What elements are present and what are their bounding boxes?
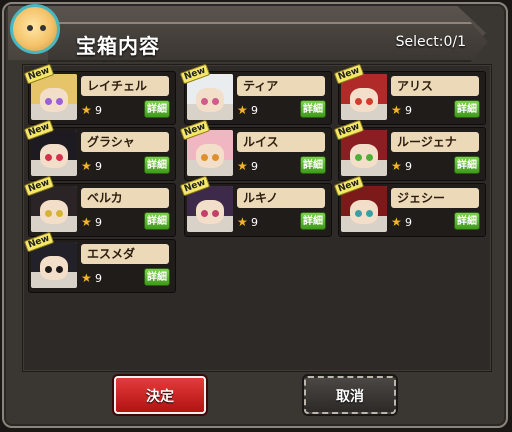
star-icon: ★: [237, 215, 248, 229]
detail-button[interactable]: 詳細: [144, 212, 170, 230]
character-portrait: [187, 74, 233, 120]
character-name: グラシャ: [81, 132, 169, 152]
rarity-value: 9: [405, 216, 412, 229]
confirm-button[interactable]: 決定: [114, 376, 206, 414]
character-name: ティア: [237, 76, 325, 96]
star-icon: ★: [81, 215, 92, 229]
detail-button[interactable]: 詳細: [454, 100, 480, 118]
character-name: ベルカ: [81, 188, 169, 208]
character-card[interactable]: New アリス ★ 9 詳細: [333, 63, 486, 125]
character-name: ジェシー: [391, 188, 479, 208]
mascot-icon: [10, 4, 60, 54]
rarity-value: 9: [405, 160, 412, 173]
character-name: アリス: [391, 76, 479, 96]
character-card[interactable]: New レイチェル ★ 9 詳細: [23, 63, 176, 125]
character-portrait: [341, 74, 387, 120]
character-portrait: [31, 186, 77, 232]
detail-button[interactable]: 詳細: [300, 212, 326, 230]
detail-button[interactable]: 詳細: [144, 100, 170, 118]
select-count: Select:0/1: [395, 34, 466, 50]
rarity-value: 9: [405, 104, 412, 117]
star-icon: ★: [391, 159, 402, 173]
rarity-value: 9: [251, 160, 258, 173]
dialog-title: 宝箱内容: [76, 34, 160, 58]
character-portrait: [31, 74, 77, 120]
detail-button[interactable]: 詳細: [454, 212, 480, 230]
star-icon: ★: [81, 103, 92, 117]
character-portrait: [31, 130, 77, 176]
character-name: ルキノ: [237, 188, 325, 208]
character-card[interactable]: New ルイス ★ 9 詳細: [179, 119, 332, 181]
star-icon: ★: [81, 271, 92, 285]
cancel-button[interactable]: 取消: [304, 376, 396, 414]
detail-button[interactable]: 詳細: [300, 100, 326, 118]
rarity-value: 9: [95, 104, 102, 117]
character-portrait: [31, 242, 77, 288]
character-card[interactable]: New ルキノ ★ 9 詳細: [179, 175, 332, 237]
star-icon: ★: [391, 103, 402, 117]
character-card[interactable]: New ティア ★ 9 詳細: [179, 63, 332, 125]
character-name: ルイス: [237, 132, 325, 152]
character-card[interactable]: New ジェシー ★ 9 詳細: [333, 175, 486, 237]
star-icon: ★: [391, 215, 402, 229]
rarity-value: 9: [95, 216, 102, 229]
character-grid: New レイチェル ★ 9 詳細 New ティア ★ 9 詳細 New アリス ★ 9 詳細 New グラシャ ★…: [22, 63, 492, 372]
character-name: レイチェル: [81, 76, 169, 96]
detail-button[interactable]: 詳細: [144, 268, 170, 286]
character-card[interactable]: New グラシャ ★ 9 詳細: [23, 119, 176, 181]
character-card[interactable]: New ルージェナ ★ 9 詳細: [333, 119, 486, 181]
character-portrait: [341, 186, 387, 232]
character-name: エスメダ: [81, 244, 169, 264]
detail-button[interactable]: 詳細: [300, 156, 326, 174]
rarity-value: 9: [95, 160, 102, 173]
character-card[interactable]: New ベルカ ★ 9 詳細: [23, 175, 176, 237]
detail-button[interactable]: 詳細: [454, 156, 480, 174]
star-icon: ★: [81, 159, 92, 173]
rarity-value: 9: [251, 216, 258, 229]
rarity-value: 9: [251, 104, 258, 117]
detail-button[interactable]: 詳細: [144, 156, 170, 174]
character-portrait: [187, 186, 233, 232]
rarity-value: 9: [95, 272, 102, 285]
character-card[interactable]: New エスメダ ★ 9 詳細: [23, 231, 176, 293]
character-name: ルージェナ: [391, 132, 479, 152]
character-portrait: [187, 130, 233, 176]
star-icon: ★: [237, 103, 248, 117]
character-portrait: [341, 130, 387, 176]
star-icon: ★: [237, 159, 248, 173]
